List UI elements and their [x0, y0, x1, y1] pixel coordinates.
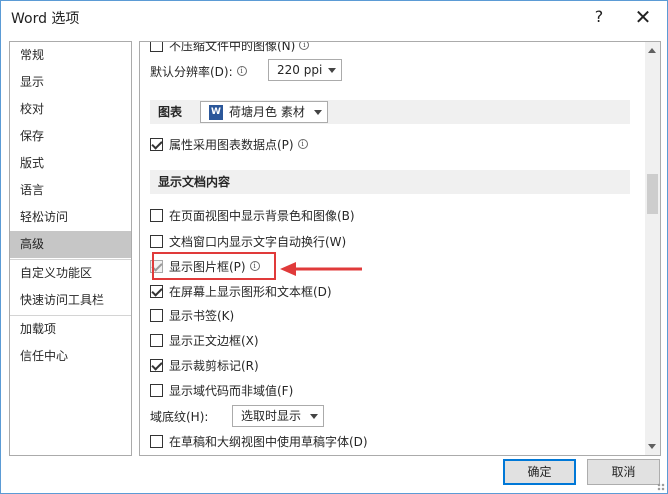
- options-sidebar: 常规 显示 校对 保存 版式 语言 轻松访问 高级 自定义功能区 快速访问工具栏…: [9, 41, 132, 456]
- resolution-value: 220 ppi: [277, 63, 323, 77]
- sidebar-item-add-ins[interactable]: 加载项: [10, 316, 131, 343]
- checkbox-field-codes[interactable]: [150, 383, 163, 397]
- option-label: 显示正文边框(X): [169, 333, 259, 348]
- help-button[interactable]: ?: [579, 4, 619, 30]
- checkbox-no-compress[interactable]: [150, 42, 163, 52]
- checkbox-crop-marks[interactable]: [150, 358, 163, 372]
- word-document-icon: W: [209, 105, 223, 120]
- sidebar-item-proofing[interactable]: 校对: [10, 96, 131, 123]
- section-show-document-content: 显示文档内容: [150, 170, 630, 194]
- sidebar-item-quick-access-toolbar[interactable]: 快速访问工具栏: [10, 287, 131, 314]
- option-label: 属性采用图表数据点(P): [169, 137, 294, 152]
- field-shading-row: 域底纹(H):: [150, 405, 208, 427]
- option-row-no-compress[interactable]: 不压缩文件中的图像(N) i: [150, 41, 310, 56]
- sidebar-item-general[interactable]: 常规: [10, 42, 131, 69]
- field-shading-label: 域底纹(H):: [150, 409, 209, 424]
- arrow-head: [280, 262, 296, 276]
- sidebar-item-accessibility[interactable]: 轻松访问: [10, 204, 131, 231]
- chart-document-select[interactable]: W 荷塘月色 素材: [200, 101, 328, 123]
- chevron-down-icon: [314, 110, 322, 115]
- field-shading-value: 选取时显示: [241, 409, 302, 423]
- chevron-down-icon: [310, 414, 318, 419]
- checkbox-bookmarks[interactable]: [150, 308, 163, 322]
- close-button[interactable]: ✕: [623, 4, 663, 30]
- option-label: 在草稿和大纲视图中使用草稿字体(D): [169, 434, 368, 449]
- info-icon: i: [236, 66, 247, 76]
- option-label: 在屏幕上显示图形和文本框(D): [169, 284, 332, 299]
- vertical-scrollbar[interactable]: [645, 42, 660, 455]
- checkbox-wrap-text[interactable]: [150, 234, 163, 248]
- info-icon: i: [297, 139, 308, 149]
- option-row-wrap-text[interactable]: 文档窗口内显示文字自动换行(W): [150, 230, 346, 252]
- word-options-dialog: Word 选项 ? ✕ 常规 显示 校对 保存 版式 语言 轻松访问 高级 自定…: [0, 0, 668, 494]
- sidebar-item-customize-ribbon[interactable]: 自定义功能区: [10, 260, 131, 287]
- section-title: 图表: [158, 105, 183, 119]
- option-row-crop-marks[interactable]: 显示裁剪标记(R): [150, 354, 259, 376]
- sidebar-item-trust-center[interactable]: 信任中心: [10, 343, 131, 370]
- document-name: 荷塘月色 素材: [229, 105, 305, 119]
- cancel-button[interactable]: 取消: [587, 459, 660, 485]
- option-row-field-codes[interactable]: 显示域代码而非域值(F): [150, 379, 293, 401]
- resize-grip-icon[interactable]: [657, 483, 665, 491]
- sidebar-item-display[interactable]: 显示: [10, 69, 131, 96]
- scroll-thumb[interactable]: [647, 174, 658, 214]
- option-row-chart-data-points[interactable]: 属性采用图表数据点(P) i: [150, 133, 308, 155]
- option-label: 不压缩文件中的图像(N): [169, 41, 296, 53]
- sidebar-item-advanced[interactable]: 高级: [10, 231, 131, 258]
- scroll-up-arrow-icon[interactable]: [645, 42, 660, 59]
- sidebar-item-save[interactable]: 保存: [10, 123, 131, 150]
- advanced-options-panel: 不压缩文件中的图像(N) i 默认分辨率(D): i 220 ppi 图表 W荷…: [139, 41, 661, 456]
- option-row-text-boundaries[interactable]: 显示正文边框(X): [150, 329, 259, 351]
- resolution-row: 默认分辨率(D): i: [150, 60, 247, 82]
- ok-button[interactable]: 确定: [503, 459, 576, 485]
- field-shading-select[interactable]: 选取时显示: [232, 405, 324, 427]
- section-title: 显示文档内容: [158, 175, 231, 189]
- chevron-down-icon: [328, 68, 336, 73]
- option-label: 显示域代码而非域值(F): [169, 383, 294, 398]
- resolution-select[interactable]: 220 ppi: [268, 59, 342, 81]
- dialog-title: Word 选项: [11, 11, 80, 27]
- sidebar-item-language[interactable]: 语言: [10, 177, 131, 204]
- checkbox-shapes-textboxes[interactable]: [150, 284, 163, 298]
- title-bar: Word 选项 ? ✕: [1, 1, 667, 33]
- resolution-label: 默认分辨率(D):: [150, 64, 233, 79]
- option-label: 显示书签(K): [169, 308, 235, 323]
- checkbox-chart-data-points[interactable]: [150, 137, 163, 151]
- option-label: 显示裁剪标记(R): [169, 358, 259, 373]
- option-row-bookmarks[interactable]: 显示书签(K): [150, 304, 234, 326]
- checkbox-background[interactable]: [150, 208, 163, 222]
- red-arrow-annotation: [280, 262, 362, 276]
- option-row-background[interactable]: 在页面视图中显示背景色和图像(B): [150, 204, 355, 226]
- option-row-draft-font[interactable]: 在草稿和大纲视图中使用草稿字体(D): [150, 430, 368, 452]
- option-label: 在页面视图中显示背景色和图像(B): [169, 208, 355, 223]
- highlight-box: [152, 252, 276, 280]
- info-icon: i: [299, 42, 310, 50]
- option-row-shapes-textboxes[interactable]: 在屏幕上显示图形和文本框(D): [150, 280, 332, 302]
- sidebar-item-typography[interactable]: 版式: [10, 150, 131, 177]
- checkbox-draft-font[interactable]: [150, 434, 163, 448]
- option-label: 文档窗口内显示文字自动换行(W): [169, 234, 347, 249]
- checkbox-text-boundaries[interactable]: [150, 333, 163, 347]
- scroll-down-arrow-icon[interactable]: [645, 438, 660, 455]
